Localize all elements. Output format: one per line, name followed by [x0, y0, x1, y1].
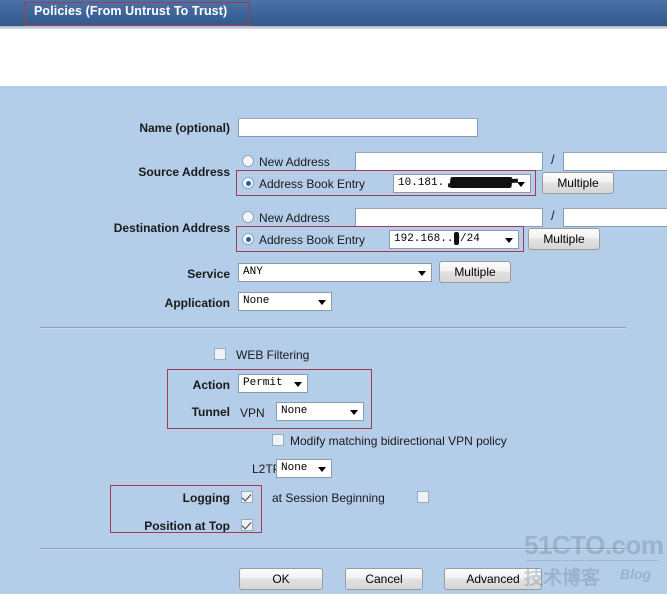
source-new-address-input[interactable]: [355, 152, 543, 171]
source-new-address-label: New Address: [259, 155, 330, 169]
destination-address-book-entry-label: Address Book Entry: [259, 233, 366, 247]
application-value: None: [243, 295, 270, 307]
application-label: Application: [164, 296, 230, 310]
source-address-book-entry-value: 10.181.: [398, 177, 445, 189]
web-filtering-label: WEB Filtering: [236, 348, 310, 362]
destination-address-book-entry-suffix: .0/24: [446, 233, 480, 245]
logging-label: Logging: [182, 491, 230, 505]
l2tp-value: None: [281, 462, 308, 474]
logging-checkbox[interactable]: [241, 491, 253, 503]
tunnel-label: Tunnel: [191, 405, 230, 419]
chevron-down-icon: [318, 300, 326, 305]
chevron-down-icon: [517, 182, 525, 187]
vpn-select[interactable]: None: [276, 402, 364, 421]
position-at-top-label: Position at Top: [144, 519, 230, 533]
source-slash-separator: /: [551, 152, 555, 167]
source-address-book-entry-label: Address Book Entry: [259, 177, 366, 191]
modify-bidirectional-vpn-label: Modify matching bidirectional VPN policy: [290, 434, 507, 448]
source-new-address-radio[interactable]: [242, 155, 254, 167]
service-value: ANY: [243, 266, 263, 278]
session-beginning-label: at Session Beginning: [272, 491, 385, 505]
destination-new-address-label: New Address: [259, 211, 330, 225]
destination-address-label: Destination Address: [113, 221, 230, 235]
source-new-netmask-input[interactable]: [563, 152, 667, 171]
action-label: Action: [192, 378, 230, 392]
position-at-top-checkbox[interactable]: [241, 519, 253, 531]
destination-address-book-entry-value: 192.168.: [394, 233, 447, 245]
l2tp-select[interactable]: None: [276, 459, 332, 478]
source-address-book-entry-radio[interactable]: [242, 177, 254, 189]
vpn-label: VPN: [240, 406, 265, 420]
source-multiple-button[interactable]: Multiple: [542, 172, 614, 194]
source-address-label: Source Address: [138, 165, 230, 179]
session-beginning-checkbox[interactable]: [417, 491, 429, 503]
service-select[interactable]: ANY: [238, 263, 432, 282]
destination-multiple-button[interactable]: Multiple: [528, 228, 600, 250]
chevron-down-icon: [350, 410, 358, 415]
advanced-button[interactable]: Advanced: [444, 568, 542, 590]
chevron-down-icon: [505, 238, 513, 243]
name-label: Name (optional): [139, 121, 230, 135]
modify-bidirectional-vpn-checkbox[interactable]: [272, 434, 284, 446]
action-select[interactable]: Permit: [238, 374, 308, 393]
destination-address-book-entry-radio[interactable]: [242, 233, 254, 245]
section-divider-bottom: [40, 548, 626, 550]
chevron-down-icon: [318, 467, 326, 472]
action-value: Permit: [243, 377, 283, 389]
section-divider-top: [40, 327, 626, 329]
destination-slash-separator: /: [551, 208, 555, 223]
web-filtering-checkbox[interactable]: [214, 348, 226, 360]
chevron-down-icon: [294, 382, 302, 387]
destination-new-address-radio[interactable]: [242, 211, 254, 223]
service-label: Service: [187, 267, 230, 281]
destination-new-address-input[interactable]: [355, 208, 543, 227]
vpn-value: None: [281, 405, 308, 417]
destination-new-netmask-input[interactable]: [563, 208, 667, 227]
redaction-mark-destination: [454, 232, 459, 245]
name-input[interactable]: [238, 118, 478, 137]
page-title: Policies (From Untrust To Trust): [34, 4, 228, 18]
ok-button[interactable]: OK: [239, 568, 323, 590]
service-multiple-button[interactable]: Multiple: [439, 261, 511, 283]
chevron-down-icon: [418, 271, 426, 276]
cancel-button[interactable]: Cancel: [345, 568, 423, 590]
title-bar-shadow: [0, 26, 667, 29]
application-select[interactable]: None: [238, 292, 332, 311]
